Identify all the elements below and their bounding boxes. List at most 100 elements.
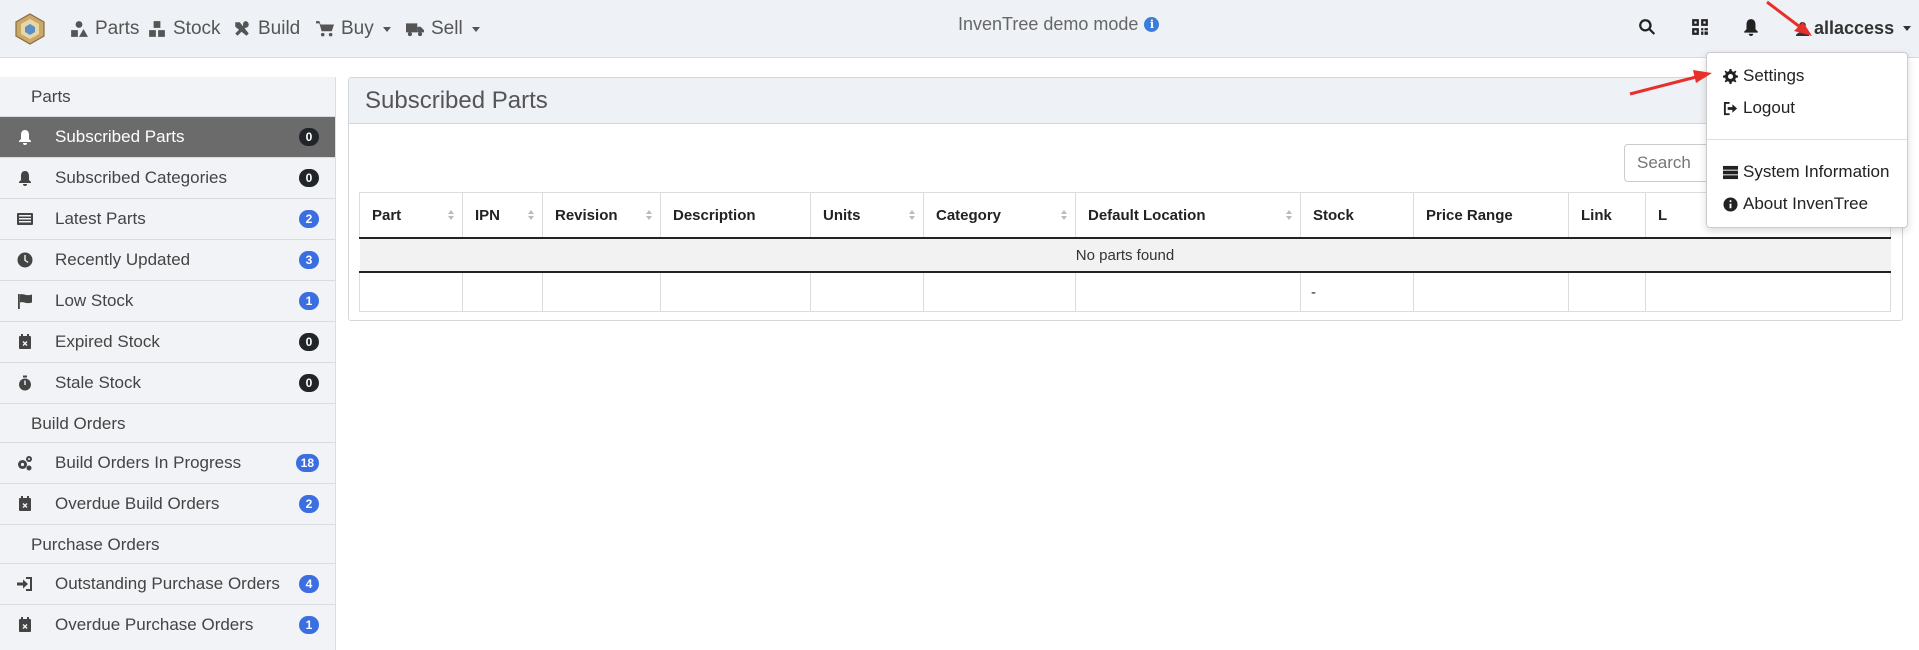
- sidebar-item-label: Stale Stock: [55, 373, 141, 392]
- shapes-icon: [71, 21, 88, 37]
- count-badge: 0: [299, 333, 319, 351]
- nav-stock-label: Stock: [173, 18, 221, 39]
- shopping-cart-icon: [316, 21, 334, 37]
- column-header-part[interactable]: Part: [359, 192, 463, 239]
- sidebar-item-low-stock[interactable]: Low Stock 1: [0, 280, 335, 321]
- table-header-row: Part IPN Revision Description Units Cate…: [359, 192, 1891, 239]
- nav-stock[interactable]: Stock: [148, 18, 221, 40]
- sort-icon: [1061, 210, 1067, 222]
- column-header-description[interactable]: Description: [660, 192, 811, 239]
- top-navbar: Parts Stock Build Buy Sell InvenTree dem…: [0, 0, 1919, 58]
- truck-icon: [406, 23, 424, 37]
- nav-buy[interactable]: Buy: [316, 18, 391, 40]
- inventree-logo[interactable]: [14, 13, 46, 45]
- sidebar-item-recently-updated[interactable]: Recently Updated 3: [0, 239, 335, 280]
- menu-item-label: Settings: [1743, 66, 1805, 85]
- sidebar-item-label: Build Orders In Progress: [55, 453, 242, 472]
- bell-icon: [17, 129, 33, 145]
- calendar-times-icon: [17, 496, 33, 512]
- barcode-scan-button[interactable]: [1691, 18, 1711, 38]
- sidebar-item-latest-parts[interactable]: Latest Parts 2: [0, 198, 335, 239]
- sidebar-header-purchase-orders: Purchase Orders: [0, 524, 335, 563]
- sidebar-item-stale-stock[interactable]: Stale Stock 0: [0, 362, 335, 403]
- sidebar-item-label: Recently Updated: [55, 250, 191, 269]
- chevron-down-icon: [382, 26, 391, 32]
- clock-icon: [17, 252, 33, 268]
- menu-divider: [1707, 139, 1907, 140]
- column-header-stock[interactable]: Stock: [1300, 192, 1414, 239]
- list-icon: [17, 211, 33, 227]
- flag-icon: [17, 293, 33, 309]
- sort-icon: [1286, 210, 1292, 222]
- qrcode-icon: [1692, 19, 1708, 35]
- menu-item-settings[interactable]: Settings: [1723, 65, 1804, 87]
- chevron-down-icon: [1903, 26, 1912, 31]
- column-header-default-location[interactable]: Default Location: [1075, 192, 1301, 239]
- sidebar-item-label: Subscribed Parts: [55, 127, 185, 146]
- sidebar-item-label: Subscribed Categories: [55, 168, 227, 187]
- column-header-category[interactable]: Category: [923, 192, 1076, 239]
- nav-sell[interactable]: Sell: [406, 18, 480, 40]
- sidebar-item-overdue-purchase-orders[interactable]: Overdue Purchase Orders 1: [0, 604, 335, 645]
- menu-item-system-information[interactable]: System Information: [1723, 161, 1889, 183]
- info-icon[interactable]: i: [1144, 17, 1160, 32]
- nav-parts[interactable]: Parts: [70, 18, 139, 40]
- table-row-empty: No parts found: [359, 238, 1891, 273]
- chevron-down-icon: [471, 26, 480, 32]
- menu-item-label: Logout: [1743, 98, 1795, 117]
- page-title: Subscribed Parts: [349, 78, 1902, 124]
- bell-icon: [17, 170, 33, 186]
- sidebar-item-overdue-build-orders[interactable]: Overdue Build Orders 2: [0, 483, 335, 524]
- sidebar-item-label: Outstanding Purchase Orders: [55, 574, 280, 593]
- stopwatch-icon: [17, 375, 33, 391]
- count-badge: 0: [299, 169, 319, 187]
- sidebar-item-label: Overdue Build Orders: [55, 494, 220, 513]
- calendar-times-icon: [17, 334, 33, 350]
- calendar-times-icon: [17, 617, 33, 633]
- nav-parts-label: Parts: [95, 18, 140, 39]
- sidebar-item-build-orders-in-progress[interactable]: Build Orders In Progress 18: [0, 442, 335, 483]
- notifications-button[interactable]: [1742, 18, 1762, 38]
- column-header-revision[interactable]: Revision: [542, 192, 661, 239]
- footer-stock-total: -: [1300, 271, 1414, 312]
- nav-sell-label: Sell: [431, 18, 463, 39]
- parts-table: Part IPN Revision Description Units Cate…: [359, 192, 1891, 312]
- column-header-price-range[interactable]: Price Range: [1413, 192, 1569, 239]
- boxes-icon: [149, 21, 165, 37]
- tools-icon: [235, 21, 249, 36]
- search-button[interactable]: [1638, 18, 1658, 38]
- menu-item-label: System Information: [1743, 162, 1890, 181]
- count-badge: 0: [299, 128, 319, 146]
- gear-icon: [1723, 68, 1738, 84]
- cogs-icon: [17, 455, 33, 471]
- sidebar-item-label: Expired Stock: [55, 332, 160, 351]
- demo-mode-notice: InvenTree demo mode i: [958, 14, 1160, 35]
- column-header-link[interactable]: Link: [1568, 192, 1646, 239]
- sidebar-item-label: Overdue Purchase Orders: [55, 615, 254, 634]
- empty-message: No parts found: [359, 238, 1891, 273]
- sidebar-item-outstanding-purchase-orders[interactable]: Outstanding Purchase Orders 4: [0, 563, 335, 604]
- column-header-units[interactable]: Units: [810, 192, 924, 239]
- count-badge: 18: [295, 454, 319, 472]
- sidebar-item-label: Low Stock: [55, 291, 134, 310]
- nav-build[interactable]: Build: [233, 18, 300, 40]
- table-footer-row: -: [359, 271, 1891, 312]
- sort-icon: [448, 210, 454, 222]
- sidebar: Parts Subscribed Parts 0 Subscribed Cate…: [0, 77, 336, 650]
- menu-item-about[interactable]: About InvenTree: [1723, 193, 1868, 215]
- sort-icon: [528, 210, 534, 222]
- column-header-ipn[interactable]: IPN: [462, 192, 543, 239]
- sidebar-item-subscribed-parts[interactable]: Subscribed Parts 0: [0, 116, 335, 157]
- subscribed-parts-panel: Subscribed Parts Part IPN Revision Descr…: [348, 77, 1903, 321]
- count-badge: 2: [299, 495, 319, 513]
- nav-buy-label: Buy: [341, 18, 374, 39]
- user-menu-toggle[interactable]: allaccess: [1795, 18, 1912, 39]
- count-badge: 2: [299, 210, 319, 228]
- sidebar-item-subscribed-categories[interactable]: Subscribed Categories 0: [0, 157, 335, 198]
- sidebar-header-build-orders: Build Orders: [0, 403, 335, 442]
- sidebar-header-parts: Parts: [31, 87, 71, 106]
- info-circle-icon: [1723, 196, 1738, 212]
- username: allaccess: [1814, 18, 1895, 38]
- sidebar-item-expired-stock[interactable]: Expired Stock 0: [0, 321, 335, 362]
- menu-item-logout[interactable]: Logout: [1723, 97, 1795, 119]
